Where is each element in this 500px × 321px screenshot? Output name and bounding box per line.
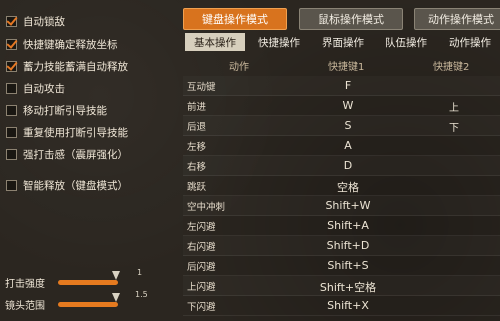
camera-range-slider-handle[interactable] [112, 293, 120, 302]
tab-shortcut[interactable]: 快捷操作 [249, 33, 309, 51]
table-row[interactable]: 下闪避 Shift+X [183, 296, 500, 316]
tab-label: 动作操作 [449, 36, 491, 49]
slider-label-camera-range: 镜头范围 [5, 301, 45, 312]
hit-strength-value: 1 [137, 268, 143, 277]
checkbox-auto-lock[interactable] [6, 15, 17, 27]
action-cell: 跳跃 [187, 182, 207, 193]
option-label: 蓄力技能蓄满自动释放 [23, 60, 128, 73]
tab-label: 界面操作 [322, 36, 364, 49]
key2-cell[interactable]: 上 [408, 99, 500, 114]
mode-keyboard-button[interactable]: 键盘操作模式 [183, 8, 287, 30]
option-strong-hit[interactable]: 强打击感（震屏强化） [6, 146, 128, 162]
checkbox-repeat-interrupt[interactable] [6, 126, 17, 138]
tab-action[interactable]: 动作操作 [440, 33, 500, 51]
mode-label: 动作操作模式 [428, 13, 494, 26]
option-auto-attack[interactable]: 自动攻击 [6, 80, 65, 96]
tab-label: 基本操作 [194, 36, 236, 49]
action-cell: 左闪避 [187, 222, 216, 233]
option-charge-auto[interactable]: 蓄力技能蓄满自动释放 [6, 58, 128, 74]
option-label: 快捷键确定释放坐标 [23, 38, 118, 51]
option-smart-release[interactable]: 智能释放（键盘模式） [6, 177, 128, 193]
option-label: 强打击感（震屏强化） [23, 148, 128, 161]
option-move-interrupt[interactable]: 移动打断引导技能 [6, 102, 107, 118]
key1-cell[interactable]: W [293, 99, 403, 112]
table-row[interactable]: 上闪避 Shift+空格 [183, 276, 500, 296]
tab-label: 队伍操作 [385, 36, 427, 49]
tab-bar: 基本操作 快捷操作 界面操作 队伍操作 动作操作 [183, 33, 500, 51]
action-cell: 后闪避 [187, 262, 216, 273]
header-key2: 快捷键2 [433, 62, 470, 73]
option-repeat-interrupt[interactable]: 重复使用打断引导技能 [6, 124, 128, 140]
hit-strength-slider[interactable] [58, 280, 118, 285]
table-row[interactable]: 左移 A [183, 136, 500, 156]
mode-label: 键盘操作模式 [202, 13, 268, 26]
tab-interface[interactable]: 界面操作 [313, 33, 373, 51]
checkbox-move-interrupt[interactable] [6, 104, 17, 116]
checkbox-auto-attack[interactable] [6, 82, 17, 94]
key1-cell[interactable]: A [293, 139, 403, 152]
table-row[interactable]: 右闪避 Shift+D [183, 236, 500, 256]
key1-cell[interactable]: 空格 [293, 179, 403, 195]
key1-cell[interactable]: F [293, 79, 403, 92]
key1-cell[interactable]: S [293, 119, 403, 132]
option-label: 重复使用打断引导技能 [23, 126, 128, 139]
action-cell: 右移 [187, 162, 207, 173]
key1-cell[interactable]: Shift+W [293, 199, 403, 212]
action-cell: 互动键 [187, 82, 216, 93]
slider-label-hit-strength: 打击强度 [5, 279, 45, 290]
action-cell: 前进 [187, 102, 207, 113]
option-label: 移动打断引导技能 [23, 104, 107, 117]
action-cell: 下闪避 [187, 302, 216, 313]
settings-panel: 自动锁敌 快捷键确定释放坐标 蓄力技能蓄满自动释放 自动攻击 移动打断引导技能 … [0, 0, 172, 321]
camera-range-slider[interactable] [58, 302, 118, 307]
key1-cell[interactable]: D [293, 159, 403, 172]
table-row[interactable]: 前进 W 上 [183, 96, 500, 116]
action-cell: 右闪避 [187, 242, 216, 253]
action-cell: 空中冲刺 [187, 202, 226, 213]
action-cell: 后退 [187, 122, 207, 133]
table-row[interactable]: 后闪避 Shift+S [183, 256, 500, 276]
option-auto-lock[interactable]: 自动锁敌 [6, 13, 65, 29]
option-hotkey-confirm[interactable]: 快捷键确定释放坐标 [6, 36, 118, 52]
mode-mouse-button[interactable]: 鼠标操作模式 [299, 8, 403, 30]
header-action: 动作 [229, 62, 249, 73]
tab-label: 快捷操作 [258, 36, 300, 49]
key2-cell[interactable]: 下 [408, 119, 500, 134]
action-cell: 上闪避 [187, 282, 216, 293]
action-cell: 左移 [187, 142, 207, 153]
checkbox-strong-hit[interactable] [6, 148, 17, 160]
tab-team[interactable]: 队伍操作 [376, 33, 436, 51]
mode-action-button[interactable]: 动作操作模式 [414, 8, 500, 30]
checkbox-smart-release[interactable] [6, 179, 17, 191]
checkbox-charge-auto[interactable] [6, 60, 17, 72]
header-key1: 快捷键1 [328, 62, 365, 73]
table-row[interactable]: 跳跃 空格 [183, 176, 500, 196]
key1-cell[interactable]: Shift+X [293, 299, 403, 312]
mode-label: 鼠标操作模式 [318, 13, 384, 26]
table-row[interactable]: 右移 D [183, 156, 500, 176]
table-row[interactable]: 后退 S 下 [183, 116, 500, 136]
option-label: 自动攻击 [23, 82, 65, 95]
table-row[interactable]: 互动键 F [183, 76, 500, 96]
hit-strength-slider-handle[interactable] [112, 271, 120, 280]
key1-cell[interactable]: Shift+A [293, 219, 403, 232]
table-row[interactable]: 空中冲刺 Shift+W [183, 196, 500, 216]
option-label: 自动锁敌 [23, 15, 65, 28]
table-row[interactable]: 左闪避 Shift+A [183, 216, 500, 236]
table-header: 动作 快捷键1 快捷键2 [183, 56, 500, 73]
camera-range-value: 1.5 [135, 290, 148, 299]
tab-basic[interactable]: 基本操作 [185, 33, 245, 51]
checkbox-hotkey-confirm[interactable] [6, 38, 17, 50]
key1-cell[interactable]: Shift+空格 [293, 279, 403, 295]
key1-cell[interactable]: Shift+S [293, 259, 403, 272]
key1-cell[interactable]: Shift+D [293, 239, 403, 252]
option-label: 智能释放（键盘模式） [23, 179, 128, 192]
